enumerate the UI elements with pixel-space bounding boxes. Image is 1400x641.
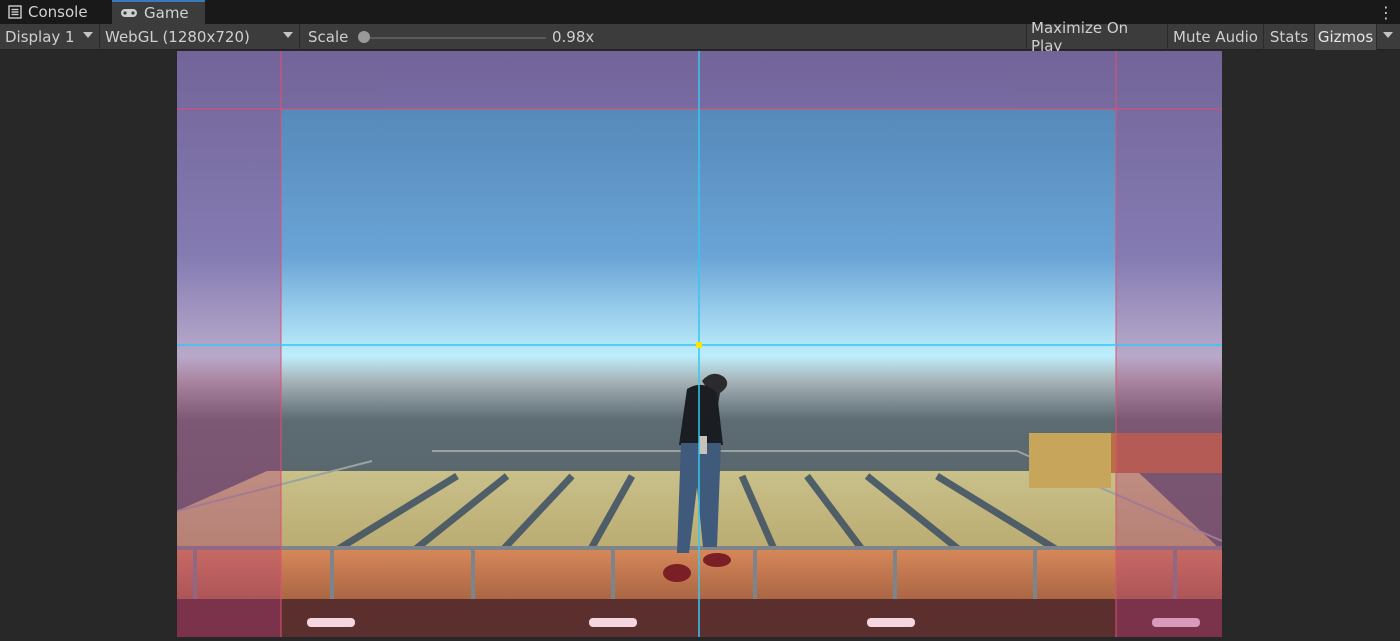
mute-audio-button[interactable]: Mute Audio: [1167, 24, 1263, 50]
display-dropdown[interactable]: Display 1: [0, 24, 100, 50]
display-dropdown-label: Display 1: [5, 28, 75, 46]
game-render: [177, 51, 1222, 637]
maximize-on-play-button[interactable]: Maximize On Play: [1026, 19, 1167, 55]
chevron-down-icon: [283, 32, 293, 38]
chevron-down-icon: [83, 32, 93, 38]
scale-slider-track[interactable]: [362, 37, 546, 39]
console-list-icon: [8, 5, 22, 19]
tab-console-label: Console: [28, 3, 88, 21]
gamepad-icon: [121, 9, 137, 17]
tab-console[interactable]: Console: [0, 0, 112, 24]
window-tab-bar: Console Game ⋮: [0, 0, 1400, 24]
tab-game[interactable]: Game: [112, 0, 205, 24]
scale-label: Scale: [308, 28, 349, 46]
chevron-down-icon: [1383, 32, 1393, 38]
stats-button[interactable]: Stats: [1263, 24, 1314, 50]
gizmos-button[interactable]: Gizmos: [1314, 24, 1376, 50]
scale-slider-thumb[interactable]: [358, 31, 370, 43]
resolution-dropdown[interactable]: WebGL (1280x720): [100, 24, 300, 50]
center-marker: [696, 342, 702, 348]
crate: [1029, 433, 1111, 488]
resolution-dropdown-label: WebGL (1280x720): [105, 28, 250, 46]
scale-value: 0.98x: [552, 28, 595, 46]
gizmos-dropdown[interactable]: [1376, 24, 1400, 50]
more-options-icon[interactable]: ⋮: [1378, 3, 1394, 22]
game-viewport[interactable]: [177, 51, 1222, 637]
game-view-toolbar: Display 1 WebGL (1280x720) Scale 0.98x M…: [0, 19, 1400, 55]
tab-game-label: Game: [144, 4, 189, 22]
